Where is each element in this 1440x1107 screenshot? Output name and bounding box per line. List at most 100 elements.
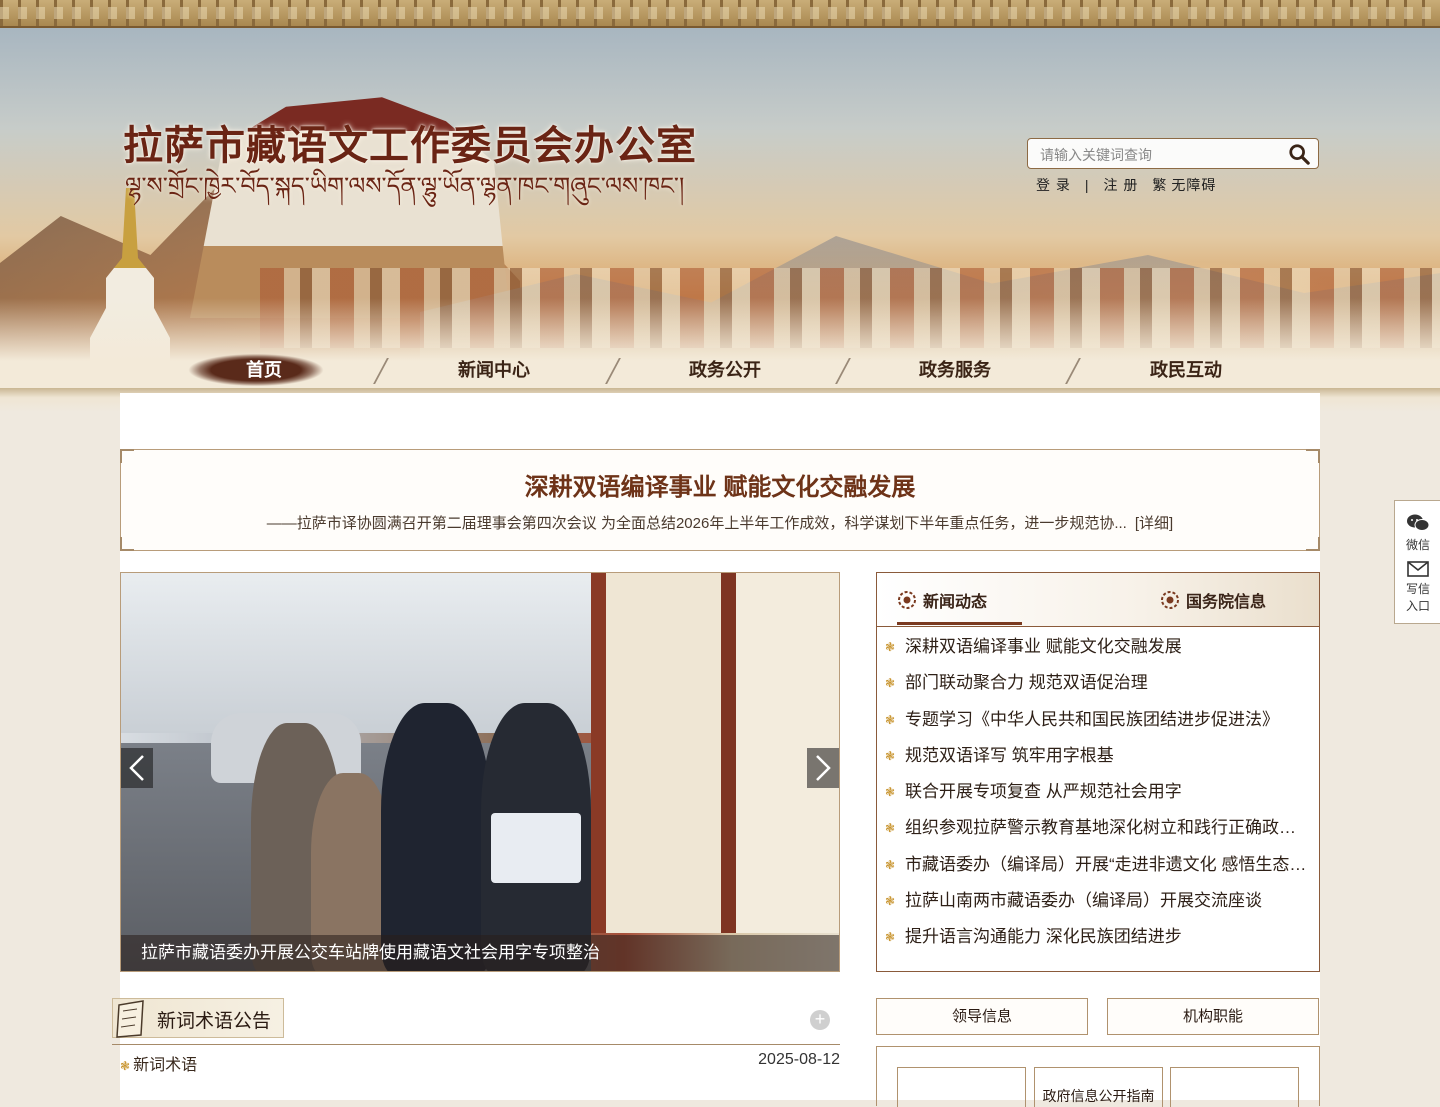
nav-divider [1065,358,1081,384]
headline-title[interactable]: 深耕双语编译事业 赋能文化交融发展 [121,467,1319,502]
bullet-icon: ❃ [885,676,896,691]
bullet-icon: ❃ [885,712,896,727]
news-panel: 新闻动态 国务院信息 ❃ 深耕双语编译事业 赋能文化交融发展 ❃ 部门联动聚合力 规… [876,572,1320,972]
terms-title-tag: 新词术语公告 [112,998,284,1038]
news-title: 市藏语委办（编译局）开展“走进非遗文化 感悟生态之美” [905,854,1307,874]
register-link[interactable]: 注 册 [1104,177,1139,193]
site-subtitle-tibetan: ལྷ་ས་གྲོང་ཁྱེར་བོད་སྐད་ཡིག་ལས་དོན་ལྷུ་ཡོ… [125,173,685,200]
info-disclosure-box: 政府信息公开指南 [876,1046,1320,1107]
carousel-photo-bus-stop-sign [591,573,839,933]
news-title: 组织参观拉萨警示教育基地深化树立和践行正确政绩观 [905,818,1307,838]
terms-section-header: 新词术语公告 [112,998,840,1045]
bullet-icon: ❃ [885,640,896,654]
main-content: 深耕双语编译事业 赋能文化交融发展 ——拉萨市译协圆满召开第二届理事会第四次会议… [112,393,1320,1107]
nav-news-center[interactable]: 新闻中心 [424,354,564,386]
news-title: 规范双语译写 筑牢用字根基 [905,745,1114,765]
list-item[interactable]: ❃ 专题学习《中华人民共和国民族团结进步促进法》 [877,702,1307,738]
search-box [1027,138,1319,170]
term-date: 2025-08-12 [758,1051,840,1068]
write-letter-label: 写信 [1405,582,1430,596]
nav-home[interactable]: 首页 [194,354,334,386]
carousel-caption[interactable]: 拉萨市藏语委办开展公交车站牌使用藏语文社会用字专项整治 [121,935,839,971]
carousel-photo-document [491,813,581,883]
list-item[interactable]: ❃ 深耕双语编译事业 赋能文化交融发展 [877,629,1307,665]
tab-label: 国务院信息 [1186,594,1267,611]
news-title: 部门联动聚合力 规范双语促治理 [905,673,1148,693]
bullet-icon: ❃ [885,821,896,836]
list-item[interactable]: ❃ 联合开展专项复查 从严规范社会用字 [877,774,1307,810]
headline-more-link[interactable]: [详细] [1135,515,1173,532]
login-link[interactable]: 登 录 [1036,177,1071,193]
tab-state-council-info[interactable]: 国务院信息 [1160,588,1267,611]
search-icon[interactable] [1288,143,1310,165]
active-tab-underline [897,622,1022,625]
news-title: 联合开展专项复查 从严规范社会用字 [905,782,1182,802]
bullet-icon: ❃ [885,857,896,872]
list-item[interactable]: ❃ 市藏语委办（编译局）开展“走进非遗文化 感悟生态之美” [877,847,1307,883]
write-letter-button[interactable]: 写信 入口 [1395,561,1440,614]
side-float-panel: 微信 写信 入口 [1394,500,1440,624]
corner-ornament [120,537,134,551]
wechat-label: 微信 [1405,538,1430,552]
info-disclosure-guide-card[interactable]: 政府信息公开指南 [1034,1067,1163,1107]
write-letter-label-2: 入口 [1405,599,1430,613]
tab-label: 新闻动态 [923,594,988,611]
nav-government-services[interactable]: 政务服务 [885,354,1025,386]
bullet-icon: ❃ [885,930,896,945]
list-item[interactable]: ❃ 拉萨山南两市藏语委办（编译局）开展交流座谈 [877,883,1307,919]
accessibility-link[interactable]: 无障碍 [1171,177,1216,193]
corner-ornament [1306,449,1320,463]
image-carousel[interactable]: 拉萨市藏语委办开展公交车站牌使用藏语文社会用字专项整治 [120,572,840,972]
lotus-icon [1161,591,1179,609]
corner-ornament [120,449,134,463]
bullet-icon: ❃ [885,748,896,763]
list-item[interactable]: ❃ 组织参观拉萨警示教育基地深化树立和践行正确政绩观 [877,810,1307,846]
bullet-icon: ❃ [120,1059,131,1073]
news-title: 深耕双语编译事业 赋能文化交融发展 [905,637,1182,656]
plus-icon: + [814,1009,826,1029]
headline-summary: ——拉萨市译协圆满召开第二届理事会第四次会议 为全面总结2026年上半年工作成效… [266,515,1127,532]
agency-functions-button[interactable]: 机构职能 [1107,998,1319,1035]
carousel-next-button[interactable] [807,748,839,788]
nav-divider [373,358,389,384]
carousel-prev-button[interactable] [121,748,153,788]
header-banner: 拉萨市藏语文工作委员会办公室 ལྷ་ས་གྲོང་ཁྱེར་བོད་སྐད་ཡི… [0,28,1440,388]
list-item[interactable]: ❃ 提升语言沟通能力 深化民族团结进步 [877,919,1307,955]
list-item[interactable]: ❃ 部门联动聚合力 规范双语促治理 [877,665,1307,701]
headline-description: ——拉萨市译协圆满召开第二届理事会第四次会议 为全面总结2026年上半年工作成效… [121,512,1319,533]
top-decorative-band [0,0,1440,28]
wechat-button[interactable]: 微信 [1395,513,1440,553]
info-card[interactable] [1170,1067,1299,1107]
scroll-icon [116,1000,144,1038]
chevron-right-icon [816,755,831,781]
terms-title: 新词术语公告 [157,1011,272,1032]
leader-info-button[interactable]: 领导信息 [876,998,1088,1035]
news-title: 提升语言沟通能力 深化民族团结进步 [905,927,1182,947]
news-title: 专题学习《中华人民共和国民族团结进步促进法》 [905,709,1279,729]
term-label: 新词术语 [133,1057,198,1074]
list-item[interactable]: ❃ 规范双语译写 筑牢用字根基 [877,738,1307,774]
news-tabs: 新闻动态 国务院信息 [877,573,1319,627]
user-links: 登 录 | 注 册繁无障碍 [1036,175,1230,195]
news-list: ❃ 深耕双语编译事业 赋能文化交融发展 ❃ 部门联动聚合力 规范双语促治理 ❃ 专题学… [877,629,1319,956]
wechat-icon [1407,514,1430,531]
chevron-left-icon [129,755,144,781]
news-title: 拉萨山南两市藏语委办（编译局）开展交流座谈 [905,891,1262,911]
main-nav: 首页 新闻中心 政务公开 政务服务 政民互动 [150,340,1300,388]
envelope-icon [1407,561,1429,577]
nav-public-interaction[interactable]: 政民互动 [1116,354,1256,386]
corner-ornament [1306,537,1320,551]
bullet-icon: ❃ [885,894,896,909]
traditional-chinese-link[interactable]: 繁 [1152,177,1167,193]
search-input[interactable] [1038,139,1282,170]
bullet-icon: ❃ [885,785,896,800]
terms-more-button[interactable]: + [810,1010,830,1030]
tab-news-updates[interactable]: 新闻动态 [897,588,988,611]
info-card[interactable] [897,1067,1026,1107]
headline-box: 深耕双语编译事业 赋能文化交融发展 ——拉萨市译协圆满召开第二届理事会第四次会议… [120,449,1320,551]
link-separator: | [1084,177,1090,193]
lotus-icon [898,591,916,609]
nav-government-affairs[interactable]: 政务公开 [655,354,795,386]
nav-divider [835,358,851,384]
table-row[interactable]: ❃ 新词术语 2025-08-12 [120,1051,840,1074]
